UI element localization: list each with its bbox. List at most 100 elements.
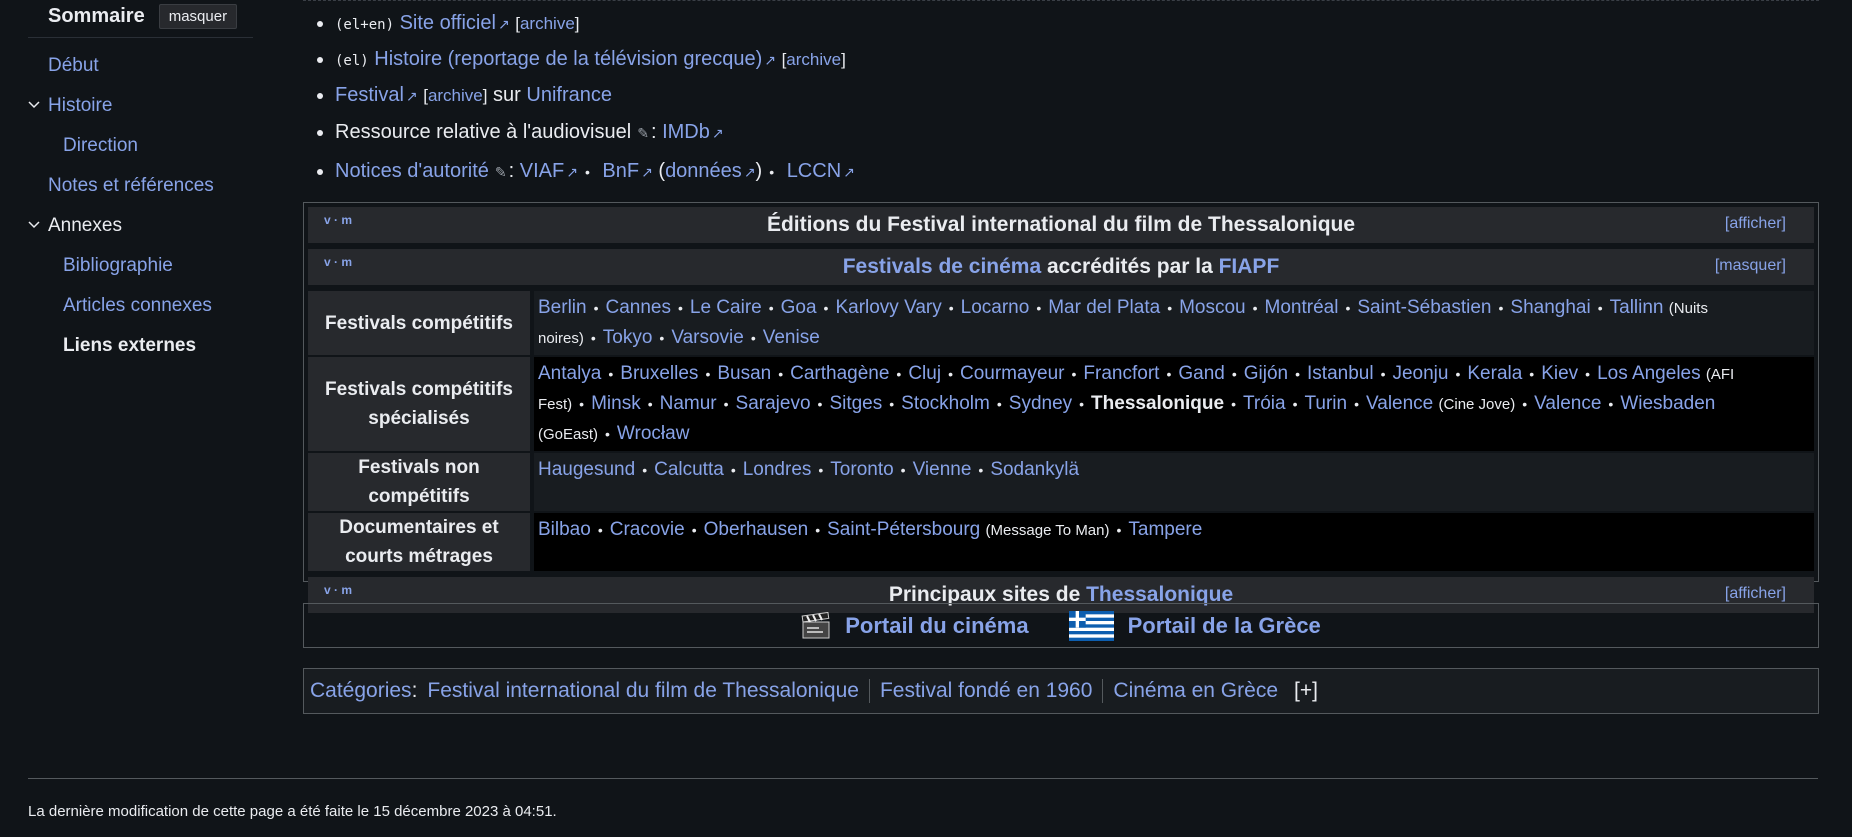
authority-notices-link[interactable]: Notices d'autorité (335, 160, 489, 182)
show-toggle[interactable]: [afficher] (1725, 585, 1786, 603)
festival-link[interactable]: Moscou (1179, 297, 1246, 318)
official-site-link[interactable]: Site officiel (400, 12, 510, 34)
view-modify-links[interactable]: v · m (324, 583, 352, 597)
festival-link[interactable]: Cannes (605, 297, 671, 318)
lccn-link[interactable]: LCCN (787, 160, 855, 182)
toc-link[interactable]: Articles connexes (28, 295, 212, 316)
festival-link[interactable]: Mar del Plata (1048, 297, 1160, 318)
festival-link[interactable]: Stockholm (901, 393, 990, 414)
expand-categories-button[interactable]: [+] (1294, 679, 1318, 703)
archive-link[interactable]: archive (786, 50, 841, 69)
festival-link[interactable]: Sitges (829, 393, 882, 414)
category-link[interactable]: Cinéma en Grèce (1113, 679, 1278, 703)
imdb-link[interactable]: IMDb (662, 121, 724, 143)
unifrance-link[interactable]: Unifrance (526, 84, 612, 106)
festival-link[interactable]: Gand (1178, 363, 1224, 384)
bnf-link[interactable]: BnF (602, 160, 652, 182)
festival-link[interactable]: Londres (743, 459, 812, 480)
toc-link[interactable]: Direction (28, 135, 138, 156)
donnees-link[interactable]: données (665, 160, 755, 182)
pencil-icon[interactable]: ✎ (637, 125, 649, 141)
festival-link[interactable]: Tallinn (1610, 297, 1664, 318)
history-report-link[interactable]: Histoire (reportage de la télévision gre… (374, 48, 776, 70)
festival-link[interactable]: Kiev (1541, 363, 1578, 384)
toc-item-annexes[interactable]: Annexes (28, 206, 253, 246)
pencil-icon[interactable]: ✎ (495, 164, 507, 180)
festival-link[interactable]: Festival (335, 84, 418, 106)
portal-greece-link[interactable]: Portail de la Grèce (1128, 613, 1321, 639)
toc-link[interactable]: Liens externes (28, 335, 196, 356)
view-modify-links[interactable]: v · m (324, 213, 352, 227)
festival-link[interactable]: Goa (781, 297, 817, 318)
toc-item-bibliographie[interactable]: Bibliographie (28, 246, 253, 286)
festival-link[interactable]: Berlin (538, 297, 587, 318)
festival-link[interactable]: Cracovie (610, 519, 685, 540)
film-festivals-link[interactable]: Festivals de cinéma (843, 255, 1041, 279)
festival-link[interactable]: Calcutta (654, 459, 724, 480)
toc-link[interactable]: Annexes (28, 215, 122, 236)
festival-link[interactable]: Saint-Sébastien (1357, 297, 1491, 318)
festival-link[interactable]: Sarajevo (736, 393, 811, 414)
show-toggle[interactable]: [afficher] (1725, 215, 1786, 233)
chevron-down-icon[interactable] (28, 219, 40, 231)
festival-link[interactable]: Gijón (1244, 363, 1288, 384)
festival-link[interactable]: Vienne (913, 459, 972, 480)
festival-link[interactable]: Wrocław (617, 423, 690, 444)
toc-item-debut[interactable]: Début (28, 46, 253, 86)
toc-item-notes[interactable]: Notes et références (28, 166, 253, 206)
festival-link[interactable]: Jeonju (1392, 363, 1448, 384)
chevron-down-icon[interactable] (28, 99, 40, 111)
archive-link[interactable]: archive (520, 14, 575, 33)
festival-link[interactable]: Courmayeur (960, 363, 1065, 384)
category-link[interactable]: Festival fondé en 1960 (880, 679, 1092, 703)
toc-link[interactable]: Bibliographie (28, 255, 173, 276)
festival-link[interactable]: Toronto (830, 459, 893, 480)
festival-link[interactable]: Valence (1534, 393, 1601, 414)
category-link[interactable]: Festival international du film de Thessa… (427, 679, 859, 703)
festival-link[interactable]: Namur (660, 393, 717, 414)
festival-link[interactable]: Bilbao (538, 519, 591, 540)
festival-link[interactable]: Minsk (591, 393, 641, 414)
festival-link[interactable]: Le Caire (690, 297, 762, 318)
viaf-link[interactable]: VIAF (520, 160, 578, 182)
toc-link[interactable]: Notes et références (28, 175, 214, 196)
toc-hide-button[interactable]: masquer (158, 4, 238, 29)
festival-link[interactable]: Sodankylä (990, 459, 1079, 480)
festival-link[interactable]: Oberhausen (704, 519, 809, 540)
festival-link[interactable]: Tróia (1243, 393, 1286, 414)
archive-link[interactable]: archive (428, 86, 483, 105)
festival-link[interactable]: Francfort (1083, 363, 1159, 384)
portal-greece[interactable]: Portail de la Grèce (1068, 610, 1321, 641)
portal-cinema-link[interactable]: Portail du cinéma (845, 613, 1028, 639)
fiapf-link[interactable]: FIAPF (1219, 255, 1280, 279)
festival-link[interactable]: Saint-Pétersbourg (827, 519, 980, 540)
festival-link[interactable]: Kerala (1467, 363, 1522, 384)
festival-link[interactable]: Wiesbaden (1620, 393, 1715, 414)
festival-link[interactable]: Cluj (908, 363, 941, 384)
toc-item-histoire[interactable]: Histoire (28, 86, 253, 126)
toc-link[interactable]: Histoire (28, 95, 112, 116)
festival-link[interactable]: Los Angeles (1597, 363, 1701, 384)
festival-link[interactable]: Venise (763, 327, 820, 348)
festival-link[interactable]: Sydney (1009, 393, 1072, 414)
festival-link[interactable]: Valence (1366, 393, 1433, 414)
festival-link[interactable]: Turin (1304, 393, 1347, 414)
festival-link[interactable]: Shanghai (1510, 297, 1590, 318)
toc-item-direction[interactable]: Direction (28, 126, 253, 166)
festival-link[interactable]: Karlovy Vary (835, 297, 941, 318)
festival-link[interactable]: Montréal (1265, 297, 1339, 318)
festival-link[interactable]: Tampere (1128, 519, 1202, 540)
festival-link[interactable]: Busan (717, 363, 771, 384)
festival-link[interactable]: Istanbul (1307, 363, 1374, 384)
festival-link[interactable]: Haugesund (538, 459, 635, 480)
festival-link[interactable]: Bruxelles (620, 363, 698, 384)
festival-link[interactable]: Varsovie (671, 327, 744, 348)
festival-link[interactable]: Tokyo (603, 327, 653, 348)
festival-link[interactable]: Carthagène (790, 363, 889, 384)
categories-link[interactable]: Catégories (310, 679, 412, 703)
toc-item-liens-externes[interactable]: Liens externes (28, 326, 253, 366)
hide-toggle[interactable]: [masquer] (1715, 257, 1786, 275)
toc-item-articles[interactable]: Articles connexes (28, 286, 253, 326)
view-modify-links[interactable]: v · m (324, 255, 352, 269)
toc-link[interactable]: Début (28, 55, 99, 76)
